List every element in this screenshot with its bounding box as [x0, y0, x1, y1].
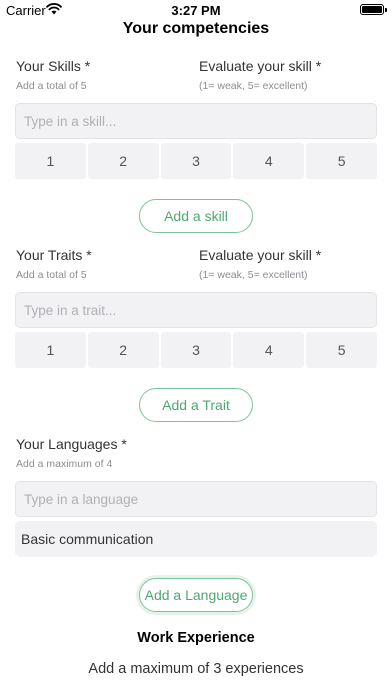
- traits-evaluate-label: Evaluate your skill *: [199, 247, 322, 263]
- language-input[interactable]: [15, 481, 377, 517]
- skill-rating-1[interactable]: 1: [15, 143, 86, 179]
- skills-label: Your Skills *: [16, 58, 91, 74]
- skill-rating-4[interactable]: 4: [233, 143, 305, 179]
- trait-input[interactable]: [15, 292, 377, 328]
- skill-rating-5[interactable]: 5: [306, 143, 377, 179]
- trait-rating-2[interactable]: 2: [87, 332, 159, 368]
- skill-input[interactable]: [15, 103, 377, 139]
- trait-rating-4[interactable]: 4: [233, 332, 305, 368]
- traits-evaluate-hint: (1= weak, 5= excellent): [199, 269, 308, 281]
- add-language-button[interactable]: Add a Language: [139, 578, 253, 612]
- languages-label: Your Languages *: [16, 436, 127, 452]
- trait-rating-1[interactable]: 1: [15, 332, 86, 368]
- traits-label: Your Traits *: [16, 247, 92, 263]
- traits-hint: Add a total of 5: [16, 269, 87, 281]
- skills-hint: Add a total of 5: [16, 80, 87, 92]
- language-level-select[interactable]: Basic communication: [15, 521, 377, 557]
- trait-rating-selector: 1 2 3 4 5: [15, 332, 377, 368]
- languages-hint: Add a maximum of 4: [16, 458, 113, 470]
- skill-rating-selector: 1 2 3 4 5: [15, 143, 377, 179]
- status-bar: Carrier 3:27 PM: [0, 0, 392, 20]
- skills-evaluate-hint: (1= weak, 5= excellent): [199, 80, 308, 92]
- skill-rating-2[interactable]: 2: [87, 143, 159, 179]
- page-title: Your competencies: [122, 20, 270, 37]
- work-experience-subtitle: Add a maximum of 3 experiences: [88, 661, 304, 677]
- clock: 3:27 PM: [171, 3, 221, 18]
- add-skill-button[interactable]: Add a skill: [139, 199, 253, 233]
- trait-rating-5[interactable]: 5: [306, 332, 377, 368]
- work-experience-title: Work Experience: [137, 630, 255, 646]
- skills-evaluate-label: Evaluate your skill *: [199, 58, 322, 74]
- trait-rating-3[interactable]: 3: [160, 332, 232, 368]
- add-trait-button[interactable]: Add a Trait: [139, 388, 253, 422]
- skill-rating-3[interactable]: 3: [160, 143, 232, 179]
- battery-icon: [360, 4, 387, 15]
